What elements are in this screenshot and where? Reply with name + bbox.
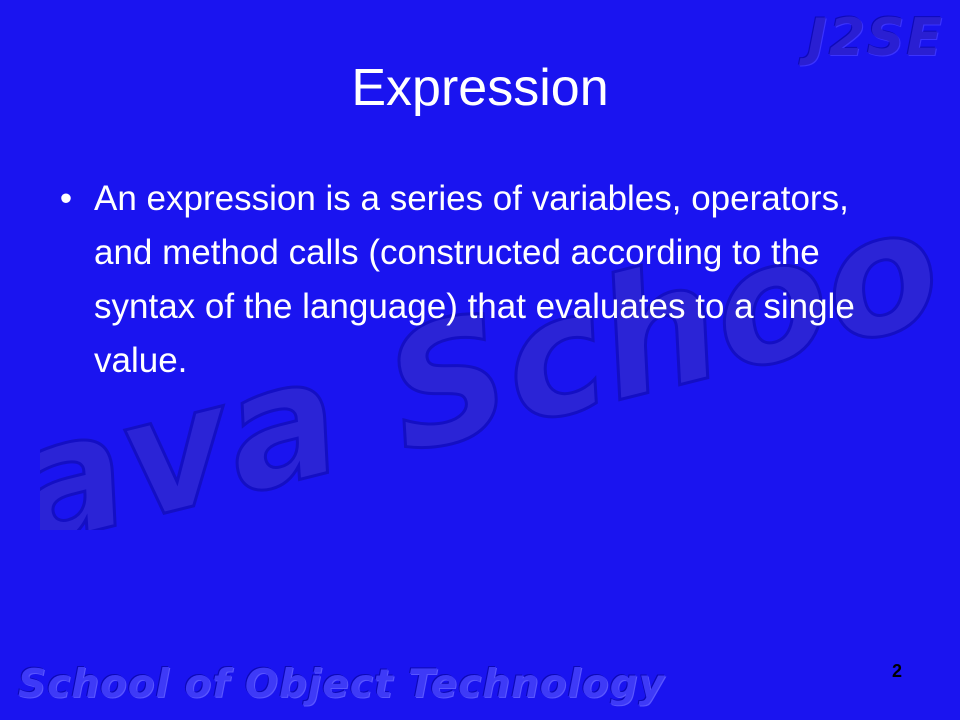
bullet-icon: • <box>59 179 73 218</box>
footer-school-name: School of Object Technology <box>18 662 666 707</box>
slide-title: Expression <box>351 59 609 117</box>
bullet-item: • An expression is a series of variables… <box>56 172 896 388</box>
bullet-text: An expression is a series of variables, … <box>94 179 855 380</box>
bullet-list: • An expression is a series of variables… <box>56 172 896 388</box>
page-number: 2 <box>891 661 902 681</box>
slide-canvas: Java School J2SE Expression • An express… <box>0 0 960 720</box>
